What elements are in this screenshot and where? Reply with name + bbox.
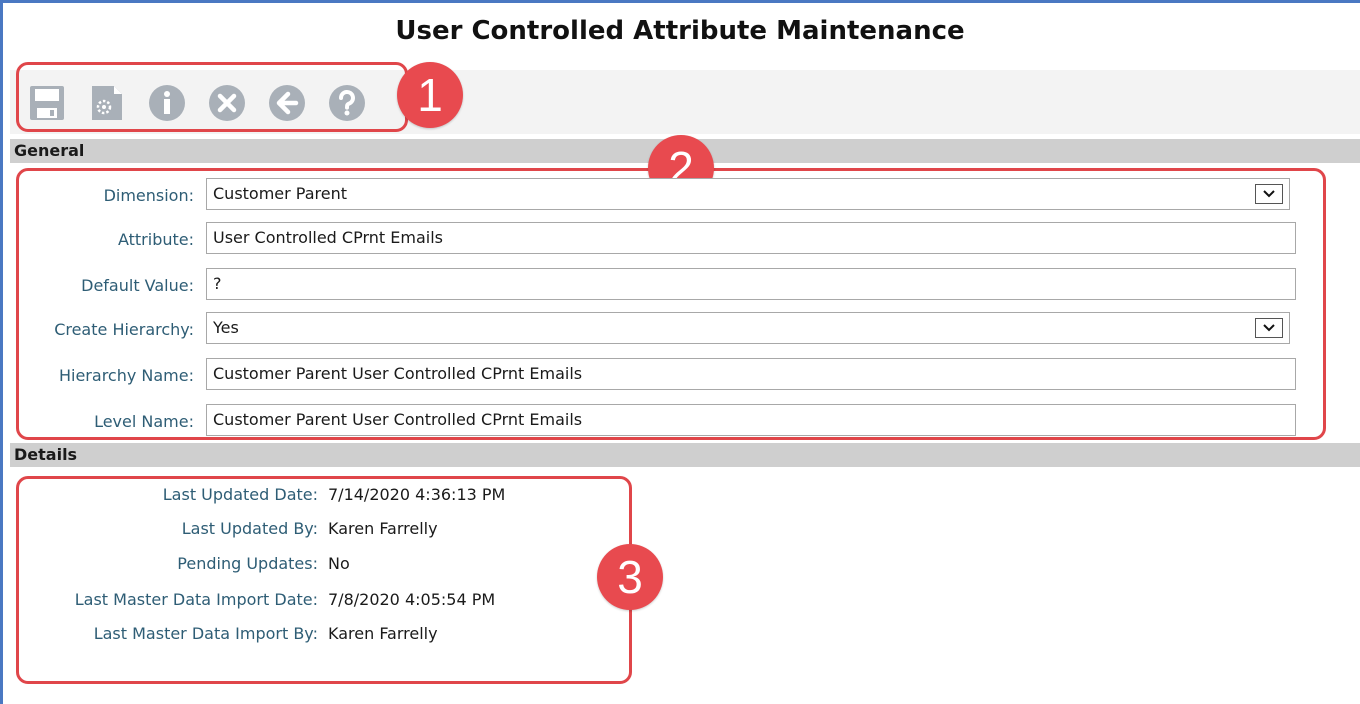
callout-badge-3: 3 — [597, 544, 663, 610]
window-top-border — [0, 0, 1360, 3]
section-header-details: Details — [10, 443, 1360, 467]
dimension-value: Customer Parent — [213, 184, 348, 203]
last-updated-by-label: Last Updated By: — [181, 519, 318, 538]
create-hierarchy-value: Yes — [213, 318, 239, 337]
last-import-by-value: Karen Farrelly — [328, 624, 438, 643]
create-hierarchy-label: Create Hierarchy: — [54, 320, 194, 339]
last-updated-by-value: Karen Farrelly — [328, 519, 438, 538]
hierarchy-name-label: Hierarchy Name: — [58, 366, 194, 385]
chevron-down-icon — [1263, 324, 1275, 332]
create-hierarchy-dropdown-button[interactable] — [1255, 318, 1283, 338]
last-import-date-value: 7/8/2020 4:05:54 PM — [328, 590, 496, 609]
hierarchy-name-input[interactable]: Customer Parent User Controlled CPrnt Em… — [206, 358, 1296, 390]
callout-badge-1: 1 — [397, 62, 463, 128]
last-import-by-label: Last Master Data Import By: — [93, 624, 318, 643]
callout-box-details — [16, 476, 632, 684]
dimension-select[interactable]: Customer Parent — [206, 178, 1290, 210]
last-import-date-label: Last Master Data Import Date: — [74, 590, 318, 609]
default-value-input[interactable]: ? — [206, 268, 1296, 300]
chevron-down-icon — [1263, 190, 1275, 198]
pending-updates-value: No — [328, 554, 350, 573]
dimension-dropdown-button[interactable] — [1255, 184, 1283, 204]
last-updated-date-value: 7/14/2020 4:36:13 PM — [328, 485, 506, 504]
attribute-label: Attribute: — [117, 230, 194, 249]
last-updated-date-label: Last Updated Date: — [162, 485, 318, 504]
default-value-label: Default Value: — [81, 276, 194, 295]
page-title: User Controlled Attribute Maintenance — [395, 16, 965, 46]
dimension-label: Dimension: — [103, 186, 194, 205]
level-name-label: Level Name: — [94, 412, 194, 431]
pending-updates-label: Pending Updates: — [177, 554, 318, 573]
level-name-input[interactable]: Customer Parent User Controlled CPrnt Em… — [206, 404, 1296, 436]
create-hierarchy-select[interactable]: Yes — [206, 312, 1290, 344]
attribute-input[interactable]: User Controlled CPrnt Emails — [206, 222, 1296, 254]
callout-box-toolbar — [16, 62, 408, 132]
